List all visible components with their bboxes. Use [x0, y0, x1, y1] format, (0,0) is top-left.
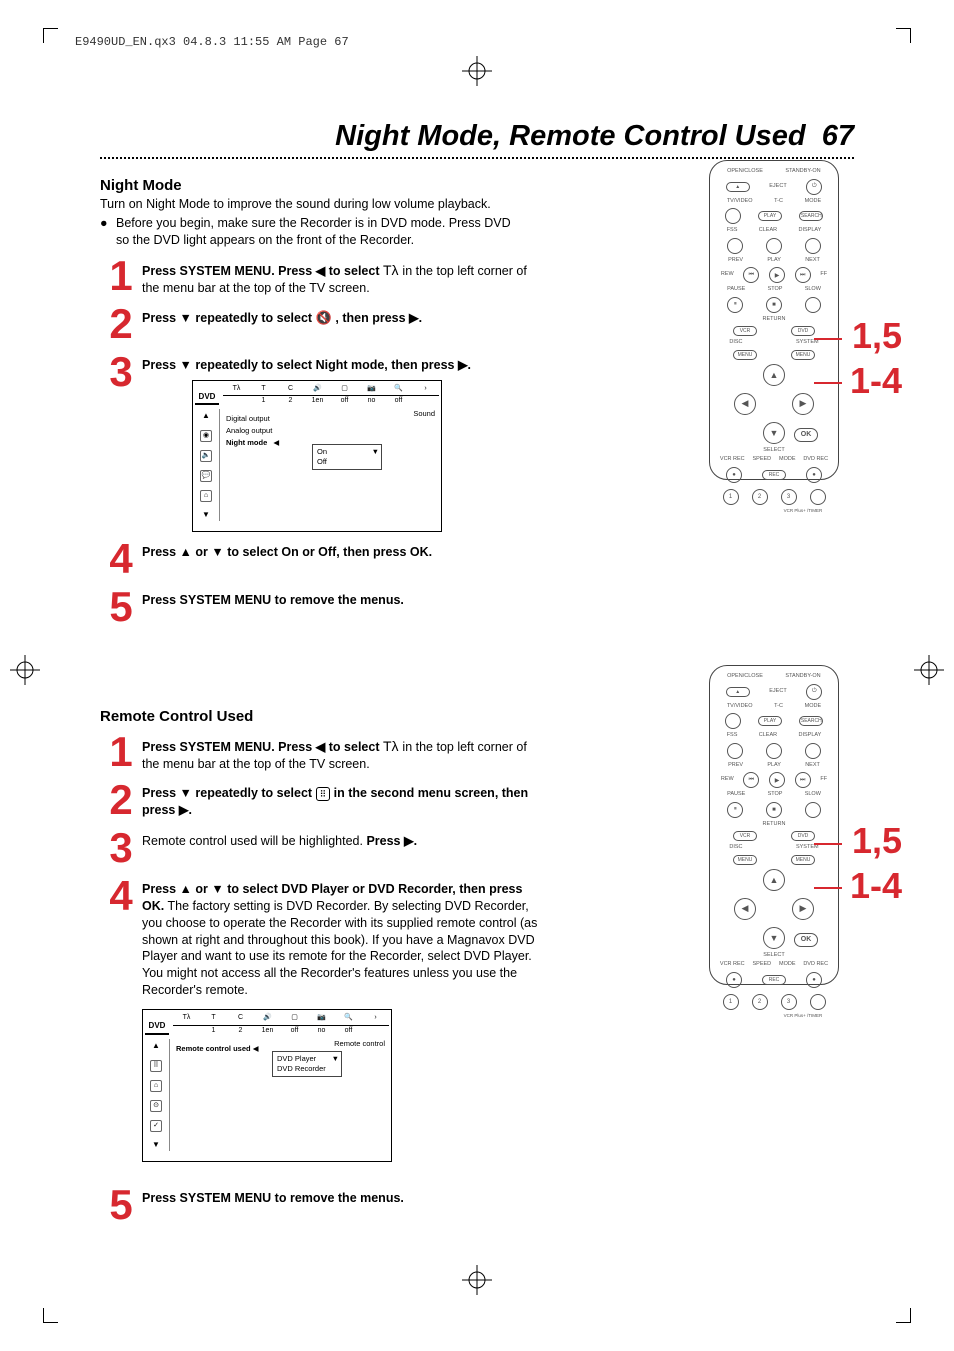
system-menu-button: MENU — [791, 350, 815, 360]
crop-mark — [896, 28, 911, 43]
standby-button: ⏻ — [806, 684, 822, 700]
dpad: ▲ ▼ ◀ ▶ OK — [734, 364, 814, 444]
remote-icon: ⠿ — [150, 1060, 162, 1072]
step-number: 5 — [100, 1184, 142, 1226]
open-close-button: ▲ — [726, 687, 750, 697]
dvd-button: DVD — [791, 326, 815, 336]
remote-diagram-2: OPEN/CLOSESTANDBY-ON ▲EJECT⏻ TV/VIDEOT-C… — [694, 665, 854, 985]
ok-button: OK — [794, 428, 818, 442]
stop-button: ■ — [766, 297, 782, 313]
crop-mark — [43, 28, 58, 43]
osd-tab-icon: C — [277, 384, 304, 393]
page-title: Night Mode, Remote Control Used 67 — [100, 120, 854, 157]
standby-button: ⏻ — [806, 179, 822, 195]
up-button: ▲ — [763, 364, 785, 386]
language-icon: 💬 — [200, 470, 212, 482]
vcrplus-button — [810, 489, 826, 505]
registration-mark-icon — [462, 1265, 492, 1295]
osd-options: On Off ▼ — [312, 444, 382, 470]
registration-mark-icon — [914, 655, 944, 685]
left-button: ◀ — [734, 393, 756, 415]
callout-line — [814, 887, 842, 889]
step-number: 4 — [100, 538, 142, 580]
osd-remote-control: DVD Tλ T C 🔊 ▢ 📷 🔍 › — [142, 1009, 392, 1161]
record-icon: ⊙ — [150, 1100, 162, 1112]
osd-sidebar: ▲ ◉ 🔈 💬 ⌂ ▼ — [195, 409, 217, 521]
prev-button: ⏮ — [743, 267, 759, 283]
registration-mark-icon — [10, 655, 40, 685]
osd-options: DVD Player DVD Recorder ▼ — [272, 1051, 342, 1077]
callout-line — [814, 338, 842, 340]
rec-button: REC — [762, 470, 786, 480]
step-5: 5 Press SYSTEM MENU to remove the menus. — [100, 584, 854, 628]
title-text: Night Mode, Remote Control Used — [335, 120, 805, 152]
features-icon: ⌂ — [200, 490, 212, 502]
remote-icon: ⠿ — [316, 787, 331, 801]
osd-tab-icon: 🔍 — [385, 384, 412, 393]
speaker-icon: 🔇 — [316, 310, 336, 325]
step-number: 3 — [100, 351, 142, 532]
crop-mark — [43, 1308, 58, 1323]
disc-icon: ⌂ — [150, 1080, 162, 1092]
registration-mark-icon — [462, 56, 492, 86]
tools-icon: Tλ — [383, 262, 402, 278]
osd-tab-icon: 📷 — [358, 384, 385, 393]
print-header-meta: E9490UD_EN.qx3 04.8.3 11:55 AM Page 67 — [75, 35, 349, 49]
callout-1-4: 1-4 — [850, 865, 902, 907]
callout-1-5: 1,5 — [852, 315, 902, 357]
callout-line — [814, 382, 842, 384]
sound-icon: 🔈 — [200, 450, 212, 462]
osd-tab-icon: ▢ — [331, 384, 358, 393]
callout-1-4: 1-4 — [850, 360, 902, 402]
play-button: ▶ — [769, 267, 785, 283]
bullet-icon: ● — [100, 215, 116, 249]
step-number: 3 — [100, 827, 142, 869]
remote-outline: OPEN/CLOSESTANDBY-ON ▲EJECT⏻ TV/VIDEOT-C… — [709, 665, 839, 985]
step-4: 4 Press ▲ or ▼ to select On or Off, then… — [100, 536, 854, 580]
crop-mark — [896, 1308, 911, 1323]
osd-dvd-tab: DVD — [195, 392, 219, 406]
tools-icon: Tλ — [383, 738, 402, 754]
dpad: ▲ ▼ ◀ ▶ OK — [734, 869, 814, 949]
open-close-button: ▲ — [726, 182, 750, 192]
vcr-button: VCR — [733, 326, 757, 336]
step-number: 2 — [100, 303, 142, 345]
osd-tab-icon: T — [250, 384, 277, 393]
title-rule — [100, 157, 854, 159]
page-number: 67 — [822, 120, 854, 152]
step-number: 1 — [100, 255, 142, 297]
step-number: 5 — [100, 586, 142, 628]
page-content: Night Mode, Remote Control Used 67 OPEN/… — [100, 120, 854, 1226]
picture-icon: ◉ — [200, 430, 212, 442]
pause-button: ⏸ — [727, 297, 743, 313]
next-button: ⏭ — [795, 267, 811, 283]
step-number: 1 — [100, 731, 142, 773]
osd-tab-icon: 🔊 — [304, 384, 331, 393]
callout-1-5: 1,5 — [852, 820, 902, 862]
install-icon: ✓ — [150, 1120, 162, 1132]
callout-line — [814, 843, 842, 845]
remote-outline: OPEN/CLOSESTANDBY-ON ▲EJECT⏻ TV/VIDEOT-C… — [709, 160, 839, 480]
step-number: 4 — [100, 875, 142, 1162]
step-number: 2 — [100, 779, 142, 821]
down-button: ▼ — [763, 422, 785, 444]
osd-tab-icon: Tλ — [223, 384, 250, 393]
disc-menu-button: MENU — [733, 350, 757, 360]
osd-night-mode: DVD Tλ T C 🔊 ▢ 📷 🔍 › — [192, 380, 442, 532]
remote-diagram-1: OPEN/CLOSESTANDBY-ON ▲EJECT⏻ TV/VIDEOT-C… — [694, 160, 854, 480]
right-button: ▶ — [792, 393, 814, 415]
step-5: 5 Press SYSTEM MENU to remove the menus. — [100, 1182, 854, 1226]
